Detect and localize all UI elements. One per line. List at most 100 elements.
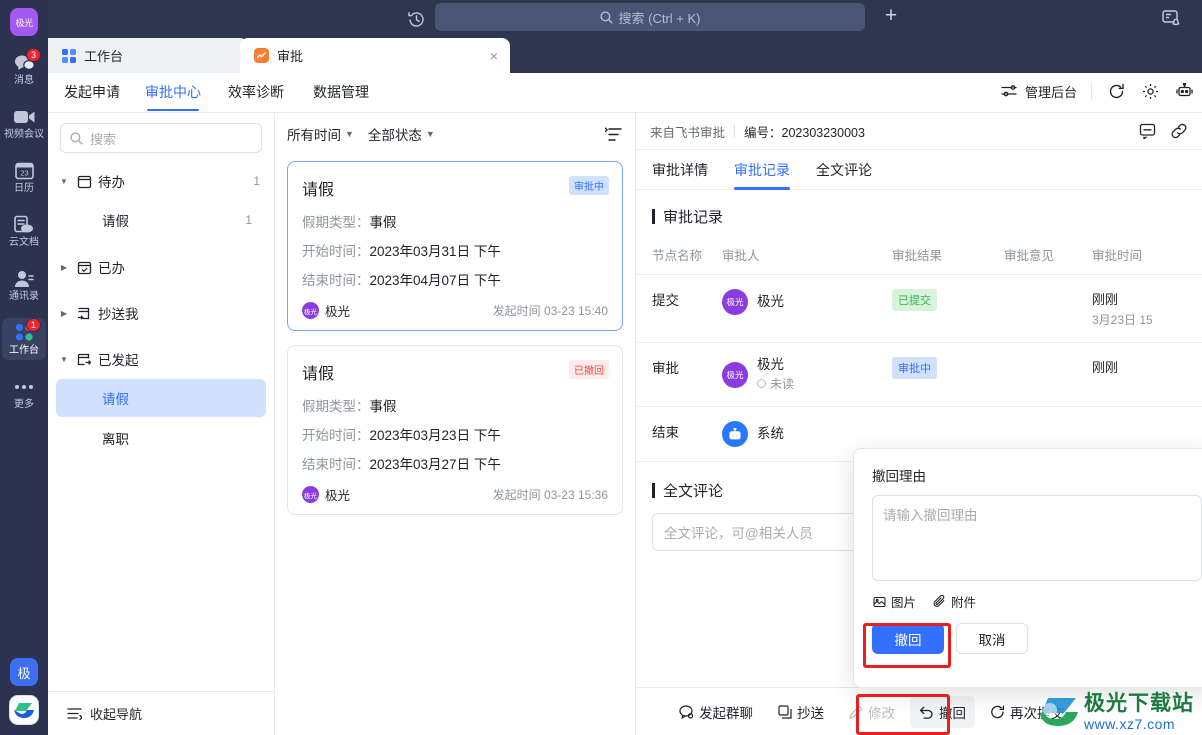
filter-time-label: 所有时间	[287, 128, 341, 143]
list-item[interactable]: 请假 审批中 假期类型：事假 开始时间：2023年03月31日 下午 结束时间：…	[287, 161, 623, 331]
row-result: 已提交	[892, 274, 1004, 343]
action-group-chat[interactable]: 发起群聊	[670, 696, 762, 728]
attach-file-button[interactable]: 附件	[932, 592, 976, 611]
done-icon	[76, 259, 92, 275]
rail-item-cloud-doc[interactable]: 云文档	[2, 210, 46, 252]
tree-node-done[interactable]: 已办	[48, 249, 274, 285]
tab-approval-record-label: 审批记录	[734, 161, 790, 178]
nav-right-group: 管理后台	[999, 81, 1194, 101]
tab-approval-detail-label: 审批详情	[652, 161, 708, 178]
row-result: 审批中	[892, 342, 1004, 407]
tree-child-initiated-resign[interactable]: 离职	[56, 419, 266, 457]
refresh-icon[interactable]	[1106, 81, 1126, 101]
list-filter-bar: 所有时间 ▼ 全部状态 ▼	[275, 113, 635, 155]
tree-child-initiated-leave[interactable]: 请假	[56, 379, 266, 417]
col-result: 审批结果	[892, 235, 1004, 275]
card-footer: 极光 极光 发起时间 03-23 15:36	[302, 485, 608, 504]
rail-item-messages[interactable]: 3 消息	[2, 48, 46, 90]
table-row: 审批 极光 极光 未读 审批中 刚刚	[636, 342, 1202, 407]
tab-approval[interactable]: 审批 ×	[240, 38, 510, 73]
action-cc[interactable]: 抄送	[768, 696, 833, 728]
card-field-end-key: 结束时间：	[302, 457, 370, 472]
gear-icon[interactable]	[1140, 81, 1160, 101]
tree-node-todo-label: 待办	[98, 175, 125, 190]
rail-label-workbench: 工作台	[9, 345, 39, 356]
comment-icon[interactable]	[1138, 122, 1156, 140]
card-field-type-value: 事假	[369, 399, 397, 414]
history-icon[interactable]	[405, 8, 427, 30]
tree-child-todo-leave[interactable]: 请假 1	[56, 201, 266, 239]
sort-icon[interactable]	[603, 124, 623, 144]
top-bar: 搜索 (Ctrl + K) +	[48, 0, 1202, 38]
messages-badge: 3	[25, 48, 41, 62]
detail-active-underline	[734, 187, 790, 190]
nav-tab-efficiency-label: 效率诊断	[228, 84, 284, 100]
withdraw-confirm-button[interactable]: 撤回	[872, 623, 944, 654]
withdraw-reason-textarea[interactable]: 请输入撤回理由	[872, 495, 1202, 581]
rail-shortcut-button[interactable]: 极	[10, 658, 38, 686]
card-field-end-value: 2023年03月27日 下午	[369, 457, 501, 472]
chevron-right-icon[interactable]	[58, 309, 70, 318]
nav-tab-efficiency[interactable]: 效率诊断	[228, 82, 284, 102]
action-withdraw[interactable]: 撤回	[910, 695, 975, 728]
attach-image-button[interactable]: 图片	[872, 592, 916, 611]
row-opinion	[1004, 274, 1092, 343]
chevron-right-icon[interactable]	[58, 263, 70, 272]
nav-tab-data-mgmt-label: 数据管理	[313, 84, 369, 100]
admin-console-button[interactable]: 管理后台	[999, 81, 1077, 101]
collapse-nav-button[interactable]: 收起导航	[48, 691, 275, 735]
chevron-down-icon[interactable]	[58, 355, 70, 364]
tree-node-cc[interactable]: 抄送我	[48, 295, 274, 331]
tab-workbench[interactable]: 工作台	[48, 38, 248, 73]
rail-item-video[interactable]: 视频会议	[2, 102, 46, 144]
global-search-input[interactable]: 搜索 (Ctrl + K)	[435, 3, 865, 31]
tree-search-input[interactable]: 搜索	[60, 123, 262, 153]
close-icon[interactable]: ×	[490, 49, 498, 63]
action-cc-label: 抄送	[797, 705, 824, 721]
app-window: 极光 3 消息 视频会议 23 日历 云文档 通讯录 1 工作台 更多 极 搜索…	[0, 0, 1202, 735]
app-logo-icon[interactable]	[9, 695, 39, 725]
rail-item-contacts[interactable]: 通讯录	[2, 264, 46, 306]
row-node: 结束	[636, 406, 722, 462]
nav-active-underline	[147, 109, 199, 111]
tree-node-initiated[interactable]: 已发起	[48, 341, 274, 377]
rail-label-cloud-doc: 云文档	[9, 237, 39, 248]
approver-name: 系统	[757, 426, 784, 441]
cc-send-icon	[777, 704, 792, 719]
tab-full-comment[interactable]: 全文评论	[816, 150, 872, 190]
chevron-down-icon: ▼	[345, 129, 354, 139]
screen-bell-icon[interactable]	[1162, 9, 1184, 29]
rail-item-more[interactable]: 更多	[2, 372, 46, 414]
user-avatar[interactable]: 极光	[10, 8, 38, 36]
rail-item-workbench[interactable]: 1 工作台	[2, 318, 46, 360]
list-item[interactable]: 请假 已撤回 假期类型：事假 开始时间：2023年03月23日 下午 结束时间：…	[287, 345, 623, 515]
link-icon[interactable]	[1170, 122, 1188, 140]
rail-label-calendar: 日历	[14, 183, 34, 194]
nav-tab-approval-center[interactable]: 审批中心	[145, 82, 201, 111]
robot-icon[interactable]	[1174, 81, 1194, 101]
withdraw-reason-popup: 撤回理由 请输入撤回理由 图片 附件 撤回 取消	[853, 448, 1202, 688]
col-approver: 审批人	[722, 235, 892, 275]
resubmit-icon	[990, 704, 1005, 719]
tab-approval-detail[interactable]: 审批详情	[652, 150, 708, 190]
image-icon	[872, 594, 887, 609]
chevron-down-icon[interactable]	[58, 177, 70, 186]
filter-time[interactable]: 所有时间 ▼	[287, 124, 354, 144]
tree-node-todo[interactable]: 待办 1	[48, 163, 274, 199]
row-node: 提交	[636, 274, 722, 343]
chat-icon: 3	[13, 48, 41, 73]
withdraw-cancel-button[interactable]: 取消	[956, 623, 1028, 654]
collapse-nav-label: 收起导航	[90, 707, 143, 722]
card-field-start: 开始时间：2023年03月23日 下午	[302, 424, 608, 444]
new-tab-button[interactable]: +	[880, 5, 902, 28]
nav-tab-apply[interactable]: 发起申请	[64, 82, 120, 102]
rail-label-contacts: 通讯录	[9, 291, 39, 302]
tree-node-todo-count: 1	[253, 174, 260, 188]
rail-item-calendar[interactable]: 23 日历	[2, 156, 46, 198]
nav-tab-data-mgmt[interactable]: 数据管理	[313, 82, 369, 102]
admin-console-label: 管理后台	[1024, 84, 1077, 100]
filter-status[interactable]: 全部状态 ▼	[368, 124, 435, 144]
approval-list-pane: 所有时间 ▼ 全部状态 ▼ 请假 审批中 假期类型：事假 开始时间：2023年0…	[275, 113, 636, 735]
tab-approval-record[interactable]: 审批记录	[734, 150, 790, 190]
group-chat-icon	[679, 704, 694, 719]
